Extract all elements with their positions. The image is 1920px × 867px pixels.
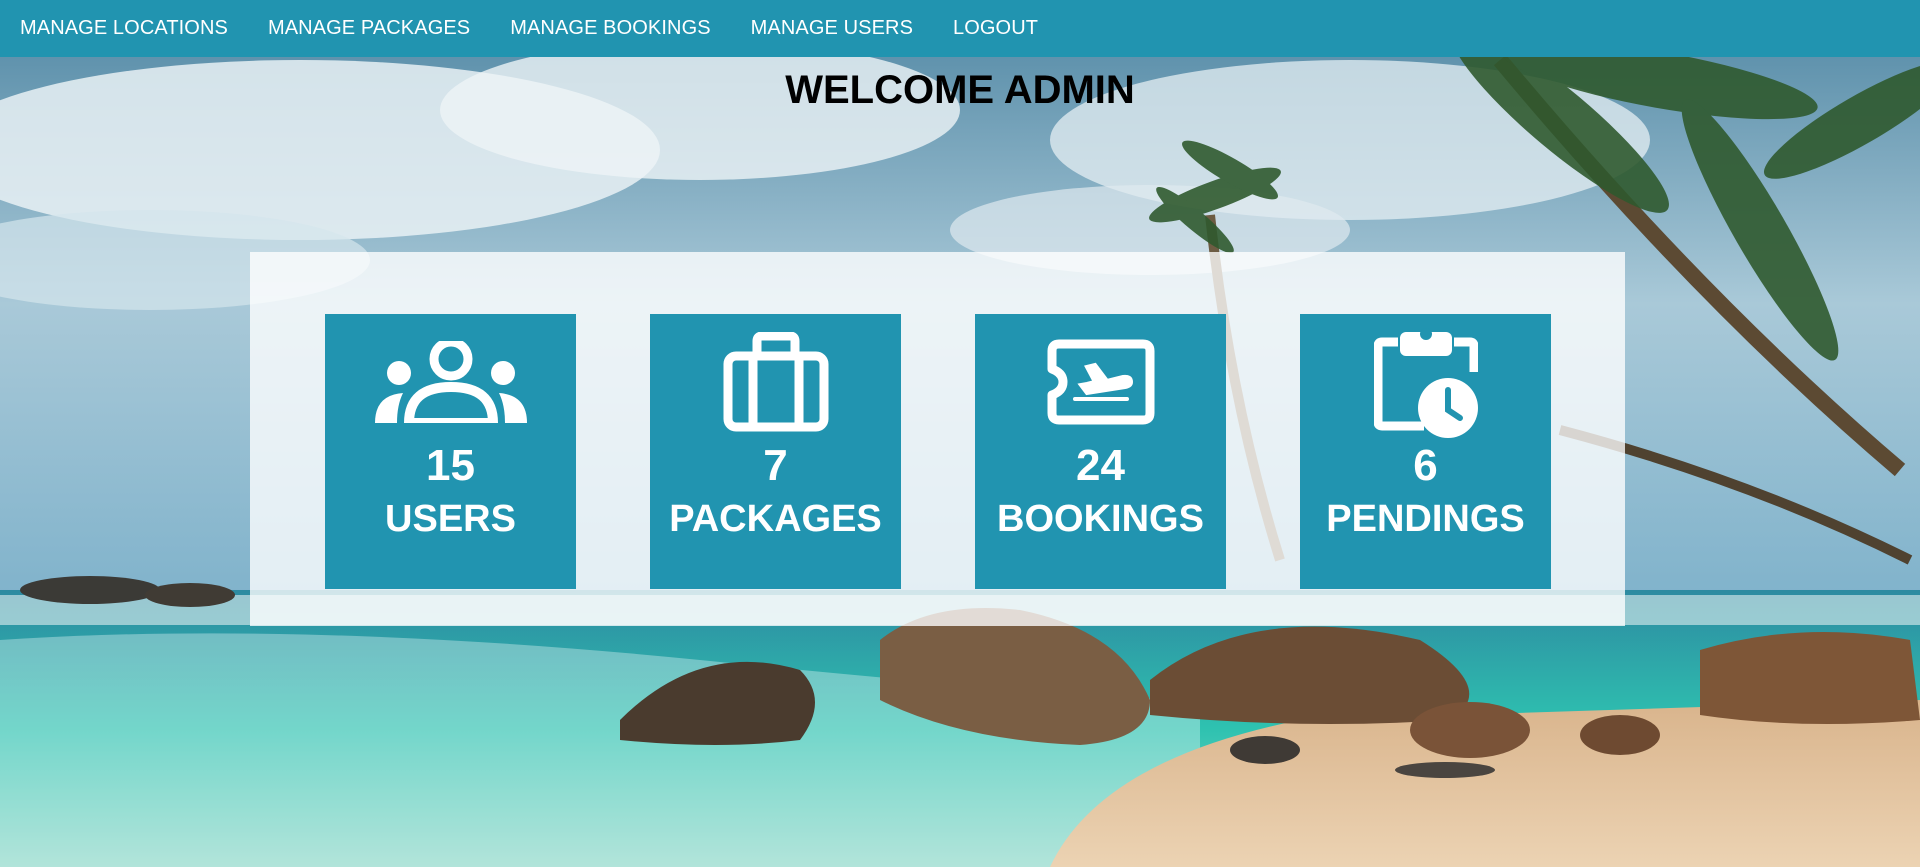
- nav-manage-packages[interactable]: MANAGE PACKAGES: [268, 17, 470, 40]
- nav-logout[interactable]: LOGOUT: [953, 17, 1038, 40]
- pendings-count: 6: [1413, 441, 1438, 490]
- page-title: WELCOME ADMIN: [785, 68, 1135, 112]
- users-icon: [374, 337, 527, 428]
- bookings-count: 24: [1076, 441, 1125, 490]
- clipboard-clock-icon: [1373, 326, 1478, 443]
- nav-manage-bookings[interactable]: MANAGE BOOKINGS: [510, 17, 710, 40]
- suitcase-icon: [723, 331, 829, 437]
- pendings-label: PENDINGS: [1326, 498, 1525, 540]
- pendings-card[interactable]: 6 PENDINGS: [1300, 314, 1551, 589]
- flight-ticket-icon: [1047, 339, 1155, 430]
- users-label: USERS: [385, 498, 516, 540]
- users-card[interactable]: 15 USERS: [325, 314, 576, 589]
- top-navbar: MANAGE LOCATIONS MANAGE PACKAGES MANAGE …: [0, 0, 1920, 57]
- packages-card[interactable]: 7 PACKAGES: [650, 314, 901, 589]
- nav-manage-locations[interactable]: MANAGE LOCATIONS: [20, 17, 228, 40]
- nav-manage-users[interactable]: MANAGE USERS: [751, 17, 913, 40]
- packages-label: PACKAGES: [669, 498, 882, 540]
- packages-count: 7: [763, 441, 788, 490]
- bookings-card[interactable]: 24 BOOKINGS: [975, 314, 1226, 589]
- bookings-label: BOOKINGS: [997, 498, 1204, 540]
- stats-panel: 15 USERS 7 PACKAGES 24 BOOKINGS 6 PENDIN…: [250, 252, 1625, 626]
- users-count: 15: [426, 441, 475, 490]
